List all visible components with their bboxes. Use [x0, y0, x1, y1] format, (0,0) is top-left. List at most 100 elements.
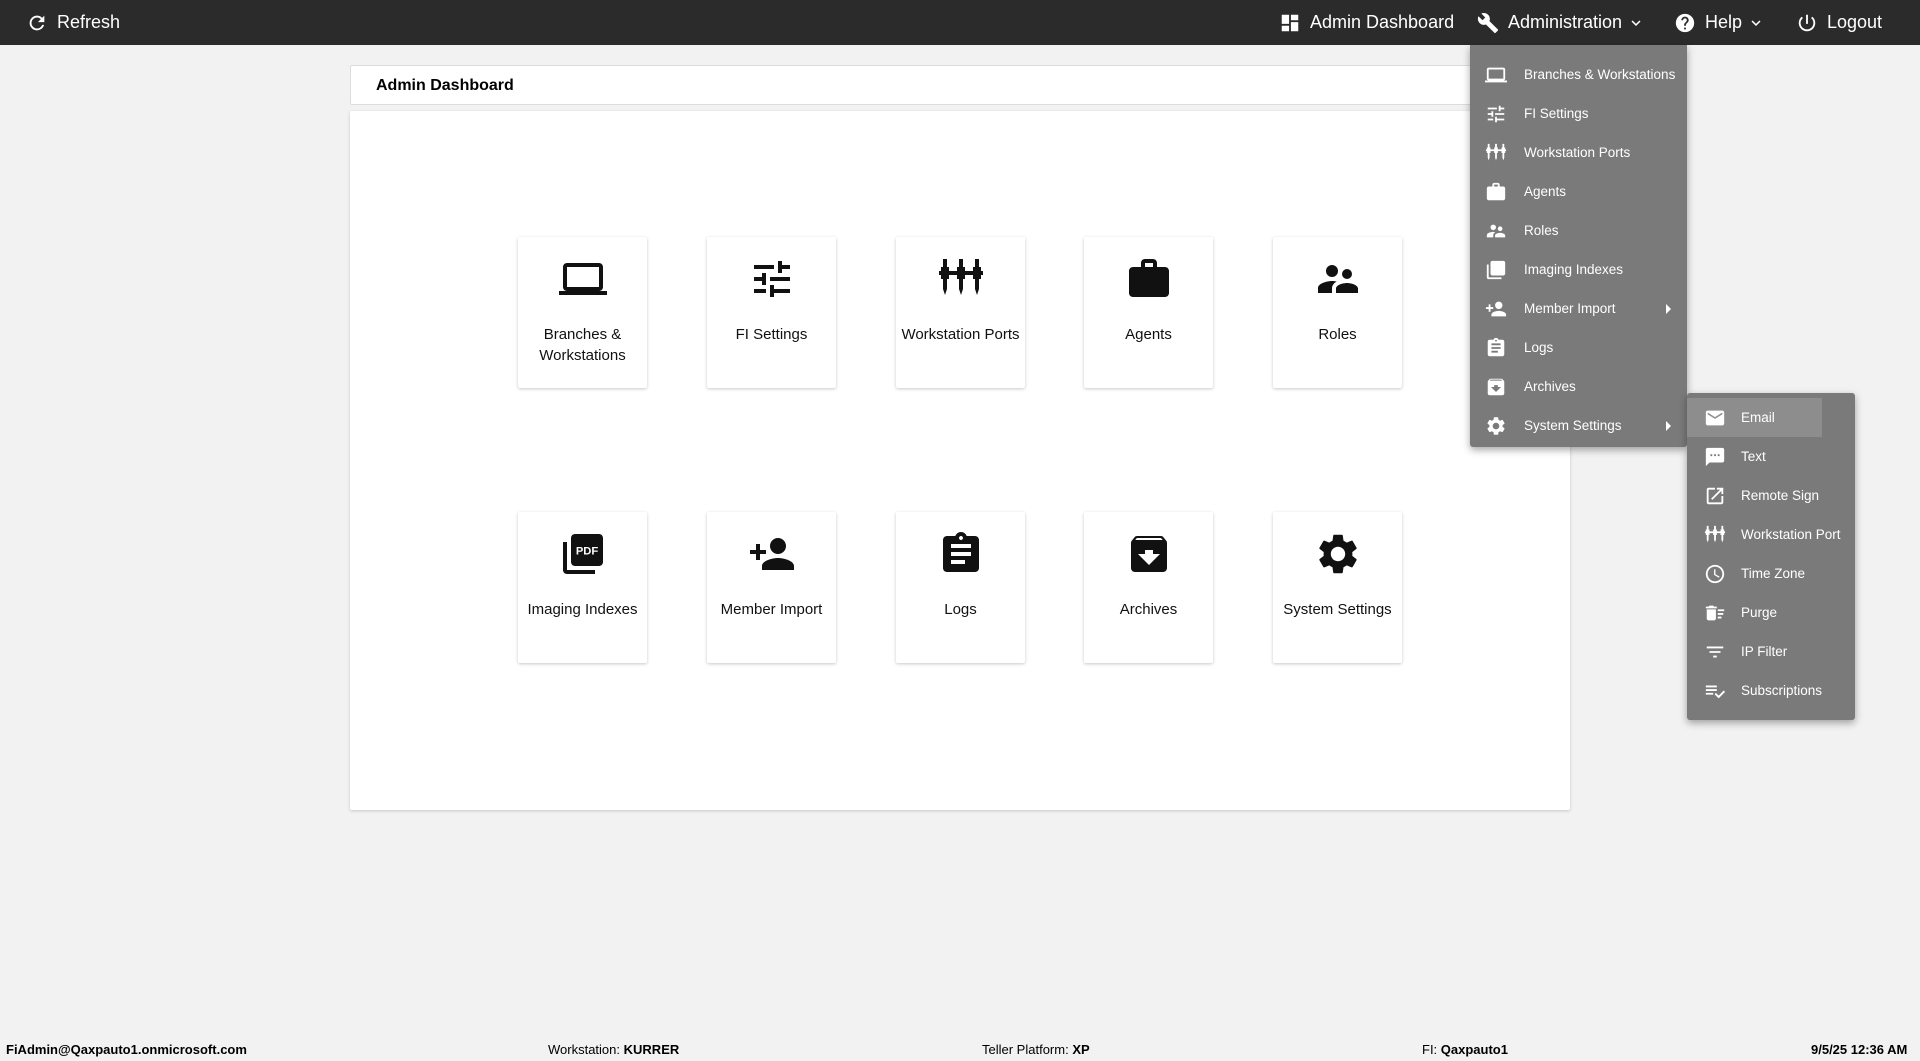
tile-member-import[interactable]: Member Import — [707, 512, 836, 663]
clipboard-icon — [1485, 337, 1507, 359]
playlist-check-icon — [1704, 680, 1726, 702]
submenu-item-remote-sign[interactable]: Remote Sign — [1687, 476, 1855, 515]
menu-item-archives[interactable]: Archives — [1470, 367, 1687, 406]
top-navbar: Refresh Admin Dashboard Administration H… — [0, 0, 1920, 45]
menu-item-label: Roles — [1524, 223, 1559, 238]
submenu-item-label: Text — [1741, 449, 1766, 464]
menu-item-label: Branches & Workstations — [1524, 67, 1676, 82]
help-menu-button[interactable]: Help — [1674, 0, 1765, 45]
submenu-item-purge[interactable]: Purge — [1687, 593, 1855, 632]
tile-fi-settings[interactable]: FI Settings — [707, 237, 836, 388]
submenu-item-label: Remote Sign — [1741, 488, 1820, 503]
archive-icon — [1125, 530, 1173, 578]
tile-label: Roles — [1318, 326, 1357, 343]
page-title: Admin Dashboard — [376, 77, 514, 94]
tile-label: Archives — [1119, 601, 1178, 618]
ports-icon — [1485, 142, 1507, 164]
refresh-button[interactable]: Refresh — [26, 0, 120, 45]
submenu-item-text[interactable]: Text — [1687, 437, 1855, 476]
logout-label: Logout — [1827, 12, 1883, 32]
page-title-card: Admin Dashboard — [350, 65, 1570, 105]
ports-icon — [1704, 524, 1726, 546]
administration-dropdown: Branches & Workstations FI Settings Work… — [1470, 45, 1687, 447]
people-icon — [1314, 255, 1362, 303]
delete-sweep-icon — [1704, 602, 1726, 624]
tile-archives[interactable]: Archives — [1084, 512, 1213, 663]
person-add-icon — [748, 530, 796, 578]
tile-agents[interactable]: Agents — [1084, 237, 1213, 388]
laptop-icon — [1485, 64, 1507, 86]
chevron-down-icon — [1747, 14, 1765, 32]
status-teller-platform: Teller Platform: XP — [982, 1042, 1090, 1057]
people-icon — [1485, 220, 1507, 242]
pdf-icon — [559, 530, 607, 578]
admin-dashboard-nav-label: Admin Dashboard — [1310, 12, 1455, 32]
sms-icon — [1704, 446, 1726, 468]
status-workstation-label: Workstation: — [548, 1042, 621, 1057]
submenu-item-label: Purge — [1741, 605, 1778, 620]
logout-button[interactable]: Logout — [1796, 0, 1882, 45]
menu-item-imaging-indexes[interactable]: Imaging Indexes — [1470, 250, 1687, 289]
tile-label: Logs — [944, 601, 977, 618]
dashboard-panel: Branches & Workstations FI Settings Work… — [350, 111, 1570, 810]
submenu-arrow-icon — [1666, 303, 1671, 314]
tile-label: Agents — [1125, 326, 1172, 343]
email-icon — [1704, 407, 1726, 429]
tile-branches-workstations[interactable]: Branches & Workstations — [518, 237, 647, 388]
help-label: Help — [1705, 12, 1743, 32]
submenu-item-ip-filter[interactable]: IP Filter — [1687, 632, 1855, 671]
menu-item-label: Agents — [1524, 184, 1567, 199]
submenu-item-email[interactable]: Email — [1687, 398, 1822, 437]
status-fi-label: FI: — [1422, 1042, 1438, 1057]
menu-item-system-settings[interactable]: System Settings — [1470, 406, 1687, 445]
menu-item-agents[interactable]: Agents — [1470, 172, 1687, 211]
tile-system-settings[interactable]: System Settings — [1273, 512, 1402, 663]
tile-label: System Settings — [1283, 601, 1392, 618]
menu-item-branches-workstations[interactable]: Branches & Workstations — [1470, 55, 1687, 94]
submenu-item-label: Email — [1741, 410, 1775, 425]
menu-item-fi-settings[interactable]: FI Settings — [1470, 94, 1687, 133]
power-icon — [1796, 12, 1818, 34]
menu-item-logs[interactable]: Logs — [1470, 328, 1687, 367]
submenu-item-subscriptions[interactable]: Subscriptions — [1687, 671, 1855, 710]
open-external-icon — [1704, 485, 1726, 507]
status-workstation-value: KURRER — [623, 1042, 680, 1057]
briefcase-icon — [1485, 181, 1507, 203]
tile-logs[interactable]: Logs — [896, 512, 1025, 663]
menu-item-label: Imaging Indexes — [1524, 262, 1624, 277]
tile-imaging-indexes[interactable]: Imaging Indexes — [518, 512, 647, 663]
filter-icon — [1704, 641, 1726, 663]
gear-icon — [1485, 415, 1507, 437]
laptop-icon — [559, 255, 607, 303]
administration-menu-button[interactable]: Administration — [1477, 0, 1645, 45]
menu-item-label: Logs — [1524, 340, 1554, 355]
menu-item-member-import[interactable]: Member Import — [1470, 289, 1687, 328]
menu-item-label: Workstation Ports — [1524, 145, 1631, 160]
tile-label: Workstation Ports — [901, 326, 1020, 343]
help-icon — [1674, 12, 1696, 34]
clipboard-icon — [937, 530, 985, 578]
status-fi: FI: Qaxpauto1 — [1422, 1042, 1508, 1057]
submenu-arrow-icon — [1666, 420, 1671, 431]
pdf-icon — [1485, 259, 1507, 281]
menu-item-roles[interactable]: Roles — [1470, 211, 1687, 250]
tile-workstation-ports[interactable]: Workstation Ports — [896, 237, 1025, 388]
submenu-item-time-zone[interactable]: Time Zone — [1687, 554, 1855, 593]
ports-icon — [937, 255, 985, 303]
admin-dashboard-nav-button[interactable]: Admin Dashboard — [1279, 0, 1454, 45]
wrench-icon — [1477, 12, 1499, 34]
system-settings-submenu: Email Text Remote Sign Workstation Port … — [1687, 393, 1855, 720]
status-fi-value: Qaxpauto1 — [1440, 1042, 1508, 1057]
refresh-icon — [26, 12, 48, 34]
status-user: FiAdmin@Qaxpauto1.onmicrosoft.com — [6, 1042, 247, 1057]
tile-label: Member Import — [720, 601, 823, 618]
gear-icon — [1314, 530, 1362, 578]
tune-icon — [1485, 103, 1507, 125]
status-datetime: 9/5/25 12:36 AM — [1811, 1042, 1908, 1057]
tile-roles[interactable]: Roles — [1273, 237, 1402, 388]
tile-label: Branches & Workstations — [539, 326, 626, 364]
submenu-item-workstation-port[interactable]: Workstation Port — [1687, 515, 1855, 554]
menu-item-workstation-ports[interactable]: Workstation Ports — [1470, 133, 1687, 172]
tune-icon — [748, 255, 796, 303]
submenu-item-label: Workstation Port — [1741, 527, 1841, 542]
